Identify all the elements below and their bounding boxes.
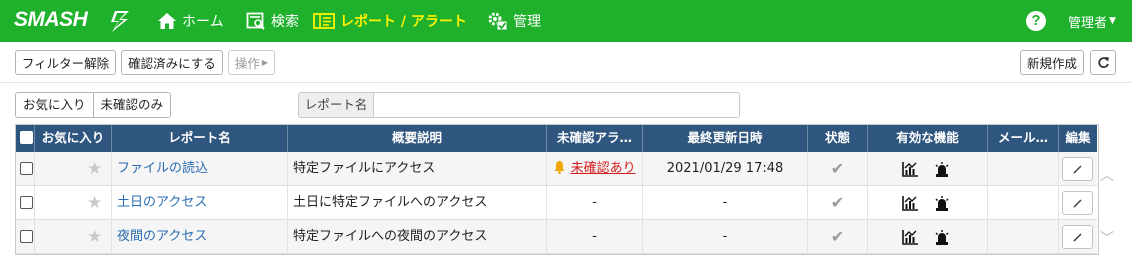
- clear-filter-button[interactable]: フィルター解除: [15, 50, 116, 75]
- row-checkbox[interactable]: [20, 196, 33, 209]
- updated-cell: -: [643, 186, 808, 220]
- report-icon: [313, 13, 335, 29]
- favorite-star-icon[interactable]: ★: [87, 161, 102, 178]
- operations-label: 操作: [234, 56, 260, 71]
- filter-toggle-group: お気に入り 未確認のみ: [15, 92, 172, 118]
- settings-icon: [488, 12, 508, 31]
- mail-cell: [988, 220, 1059, 254]
- table-header: お気に入り レポート名 概要説明 未確認アラ… 最終更新日時 状態 有効な機能 …: [15, 124, 1097, 152]
- row-checkbox[interactable]: [20, 162, 33, 175]
- alert-cell: -: [547, 220, 643, 254]
- col-unconfirmed-alert[interactable]: 未確認アラ…: [547, 124, 643, 152]
- nav-search-label: 検索: [271, 14, 299, 30]
- refresh-button[interactable]: [1090, 50, 1116, 75]
- top-nav: SMASH ホーム 検索 レポート / アラート 管理 ? 管理者 ▼: [0, 0, 1132, 42]
- pencil-icon: [1073, 199, 1082, 208]
- table-row: ★ 夜間のアクセス 特定ファイルへの夜間のアクセス - - ✔: [15, 220, 1097, 254]
- search-document-icon: [246, 12, 265, 30]
- col-description[interactable]: 概要説明: [288, 124, 547, 152]
- nav-search[interactable]: 検索: [246, 0, 299, 42]
- app-logo[interactable]: SMASH: [14, 8, 88, 32]
- alert-siren-icon: [935, 230, 949, 245]
- pencil-icon: [1073, 233, 1082, 242]
- nav-admin[interactable]: 管理: [486, 0, 541, 42]
- status-check-icon: ✔: [830, 193, 845, 212]
- updated-cell: 2021/01/29 17:48: [643, 152, 808, 186]
- status-check-icon: ✔: [830, 159, 845, 178]
- user-name: 管理者: [1068, 15, 1108, 31]
- report-name-input[interactable]: [373, 92, 740, 118]
- col-report-name[interactable]: レポート名: [112, 124, 288, 152]
- row-checkbox[interactable]: [20, 230, 33, 243]
- refresh-icon: [1097, 57, 1109, 69]
- col-edit: 編集: [1065, 130, 1091, 145]
- col-features[interactable]: 有効な機能: [868, 124, 988, 152]
- home-icon: [158, 13, 176, 29]
- scroll-down-icon[interactable]: ﹀: [1100, 228, 1114, 248]
- table-row: ★ 土日のアクセス 土日に特定ファイルへのアクセス - - ✔: [15, 186, 1097, 220]
- report-chart-icon: [902, 230, 918, 245]
- caret-down-icon: ▼: [1109, 16, 1116, 26]
- favorite-star-icon[interactable]: ★: [87, 229, 102, 246]
- col-mail[interactable]: メール…: [988, 124, 1059, 152]
- unconfirmed-alert-link[interactable]: 未確認あり: [571, 161, 636, 176]
- help-icon[interactable]: ?: [1026, 11, 1046, 31]
- select-all-cell: [15, 124, 35, 152]
- favorites-filter-button[interactable]: お気に入り: [16, 93, 93, 117]
- user-menu[interactable]: 管理者 ▼: [1068, 0, 1116, 42]
- table-row: ★ ファイルの読込 特定ファイルにアクセス 未確認あり 2021/01/29 1…: [15, 152, 1097, 186]
- nav-admin-label: 管理: [513, 14, 541, 30]
- mail-cell: [988, 152, 1059, 186]
- bell-icon: [554, 161, 565, 174]
- col-last-updated[interactable]: 最終更新日時: [643, 124, 808, 152]
- alert-cell: -: [547, 186, 643, 220]
- report-name-link[interactable]: 土日のアクセス: [117, 195, 207, 210]
- favorite-star-icon[interactable]: ★: [87, 195, 102, 212]
- col-favorite[interactable]: お気に入り: [35, 124, 112, 152]
- nav-home-label: ホーム: [182, 14, 224, 30]
- report-chart-icon: [902, 162, 918, 177]
- edit-button[interactable]: [1062, 191, 1093, 215]
- alert-siren-icon: [935, 162, 949, 177]
- operations-button[interactable]: 操作 ▶: [228, 50, 275, 75]
- mail-cell: [988, 186, 1059, 220]
- report-chart-icon: [902, 196, 918, 211]
- description-cell: 特定ファイルにアクセス: [288, 152, 547, 186]
- mark-confirmed-button[interactable]: 確認済みにする: [121, 50, 223, 75]
- report-name-link[interactable]: 夜間のアクセス: [117, 229, 207, 244]
- unconfirmed-filter-button[interactable]: 未確認のみ: [92, 93, 171, 117]
- new-button[interactable]: 新規作成: [1020, 50, 1084, 75]
- updated-cell: -: [643, 220, 808, 254]
- lightning-logo-icon: [111, 11, 129, 32]
- select-all-checkbox[interactable]: [20, 131, 33, 144]
- report-name-link[interactable]: ファイルの読込: [117, 161, 208, 176]
- description-cell: 土日に特定ファイルへのアクセス: [288, 186, 547, 220]
- toolbar-divider: [0, 82, 1132, 83]
- nav-report-alert-label: レポート / アラート: [340, 14, 467, 30]
- alert-siren-icon: [935, 196, 949, 211]
- status-check-icon: ✔: [830, 227, 845, 246]
- caret-right-icon: ▶: [261, 58, 269, 67]
- description-cell: 特定ファイルへの夜間のアクセス: [288, 220, 547, 254]
- edit-button[interactable]: [1062, 225, 1093, 249]
- edit-button[interactable]: [1062, 157, 1093, 181]
- scroll-up-icon[interactable]: ︿: [1100, 165, 1114, 185]
- col-status[interactable]: 状態: [808, 124, 868, 152]
- nav-home[interactable]: ホーム: [157, 0, 224, 42]
- report-name-label: レポート名: [298, 92, 374, 118]
- pencil-icon: [1073, 165, 1082, 174]
- nav-report-alert[interactable]: レポート / アラート: [313, 0, 467, 42]
